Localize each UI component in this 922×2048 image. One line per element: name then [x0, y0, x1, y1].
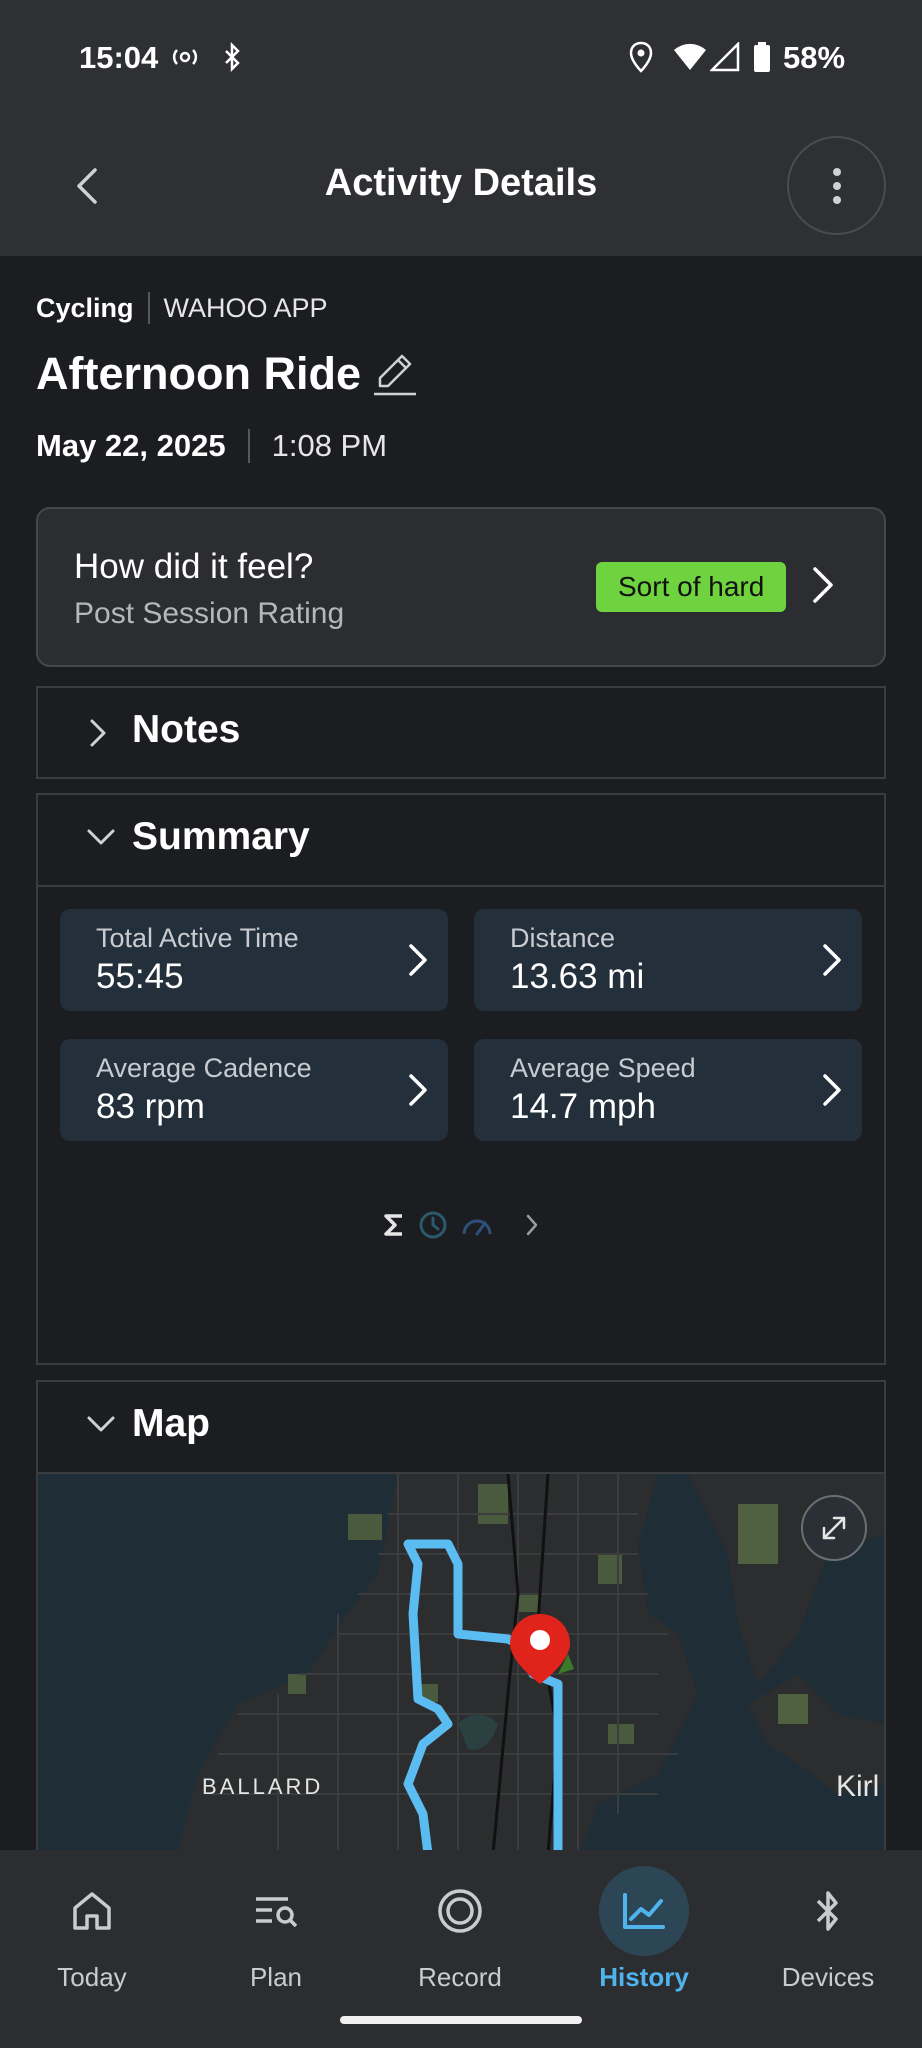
pencil-icon [374, 354, 416, 396]
edit-title-button[interactable] [370, 350, 420, 405]
map-section: Map BALLARD Kirl [36, 1380, 886, 1854]
map-canvas [38, 1474, 884, 1854]
date-divider [247, 429, 250, 463]
metric-label: Total Active Time [96, 923, 299, 953]
nav-item-today[interactable]: Today [0, 1850, 184, 2010]
notes-title: Notes [132, 708, 241, 751]
feel-title: How did it feel? [74, 547, 314, 586]
nav-item-devices[interactable]: Devices [736, 1850, 920, 2010]
metric-value: 13.63 mi [510, 957, 645, 996]
plan-search-icon [184, 1874, 368, 1948]
chevron-down-icon [84, 1412, 118, 1441]
summary-title: Summary [132, 815, 310, 858]
metric-card-total-active-time[interactable]: Total Active Time 55:45 [60, 909, 448, 1011]
activity-date: May 22, 2025 [36, 428, 226, 463]
nav-item-plan[interactable]: Plan [184, 1850, 368, 2010]
expand-icon [801, 1495, 867, 1561]
post-session-rating-card[interactable]: How did it feel? Post Session Rating Sor… [36, 507, 886, 667]
speedometer-icon[interactable] [460, 1212, 494, 1243]
status-bar: 15:04 58% [0, 0, 922, 116]
expand-map-button[interactable] [800, 1494, 868, 1562]
chevron-right-icon [810, 564, 836, 611]
chevron-right-icon[interactable] [524, 1212, 540, 1243]
activity-datetime: May 22, 2025 1:08 PM [36, 428, 387, 464]
nav-label: Today [57, 1962, 127, 1992]
nav-item-history[interactable]: History [552, 1850, 736, 2010]
metric-label: Average Cadence [96, 1053, 312, 1083]
meta-divider [147, 292, 150, 324]
chevron-down-icon [84, 825, 118, 854]
metric-value: 55:45 [96, 957, 184, 996]
more-options-button[interactable] [787, 136, 886, 235]
notes-section: Notes [36, 686, 886, 779]
metric-label: Average Speed [510, 1053, 696, 1083]
section-divider [38, 885, 884, 887]
status-time: 15:04 [79, 40, 159, 75]
metric-label: Distance [510, 923, 616, 953]
home-indicator[interactable] [340, 2016, 582, 2024]
nav-label: Plan [249, 1962, 303, 1992]
signal-icon [710, 40, 740, 74]
activity-time: 1:08 PM [271, 428, 388, 463]
nav-label: History [599, 1962, 689, 1992]
chevron-right-icon [86, 716, 110, 755]
chevron-right-icon [820, 1071, 844, 1114]
chevron-right-icon [406, 1071, 430, 1114]
rating-badge: Sort of hard [596, 562, 787, 612]
route-map[interactable]: BALLARD Kirl [38, 1474, 884, 1854]
bluetooth-icon [736, 1874, 920, 1948]
battery-percentage: 58% [783, 40, 846, 75]
metric-card-average-cadence[interactable]: Average Cadence 83 rpm [60, 1039, 448, 1141]
more-vertical-icon [832, 167, 841, 204]
activity-source: WAHOO APP [163, 292, 328, 323]
record-icon [368, 1874, 552, 1948]
nav-label: Record [418, 1962, 502, 1992]
page-title: Activity Details [324, 162, 598, 204]
metric-value: 83 rpm [96, 1087, 205, 1126]
notes-header[interactable]: Notes [38, 688, 884, 778]
bluetooth-status-icon [220, 40, 246, 74]
metric-card-distance[interactable]: Distance 13.63 mi [474, 909, 862, 1011]
summary-section: Summary Total Active Time 55:45 Distance… [36, 793, 886, 1365]
chevron-right-icon [406, 941, 430, 984]
map-label-ballard: BALLARD [202, 1774, 324, 1799]
hotspot-icon [170, 40, 200, 74]
nav-label: Devices [781, 1962, 875, 1992]
map-label-kirkland: Kirl [836, 1770, 880, 1803]
feel-subtitle: Post Session Rating [74, 597, 345, 630]
nav-item-record[interactable]: Record [368, 1850, 552, 2010]
activity-meta: Cycling WAHOO APP [36, 292, 328, 324]
history-chart-icon [552, 1866, 736, 1956]
activity-title: Afternoon Ride [36, 348, 361, 399]
summary-page-indicator [38, 1207, 884, 1247]
map-header[interactable]: Map [38, 1382, 884, 1472]
chevron-right-icon [820, 941, 844, 984]
map-title: Map [132, 1402, 210, 1445]
sigma-icon[interactable] [382, 1212, 406, 1243]
home-icon [0, 1874, 184, 1948]
activity-type: Cycling [36, 292, 134, 323]
clock-icon[interactable] [418, 1210, 448, 1245]
metric-value: 14.7 mph [510, 1087, 656, 1126]
location-icon [628, 40, 654, 74]
battery-icon [752, 40, 772, 74]
metric-card-average-speed[interactable]: Average Speed 14.7 mph [474, 1039, 862, 1141]
summary-header[interactable]: Summary [38, 795, 884, 885]
wifi-icon [672, 40, 708, 74]
app-bar: Activity Details [0, 116, 922, 256]
